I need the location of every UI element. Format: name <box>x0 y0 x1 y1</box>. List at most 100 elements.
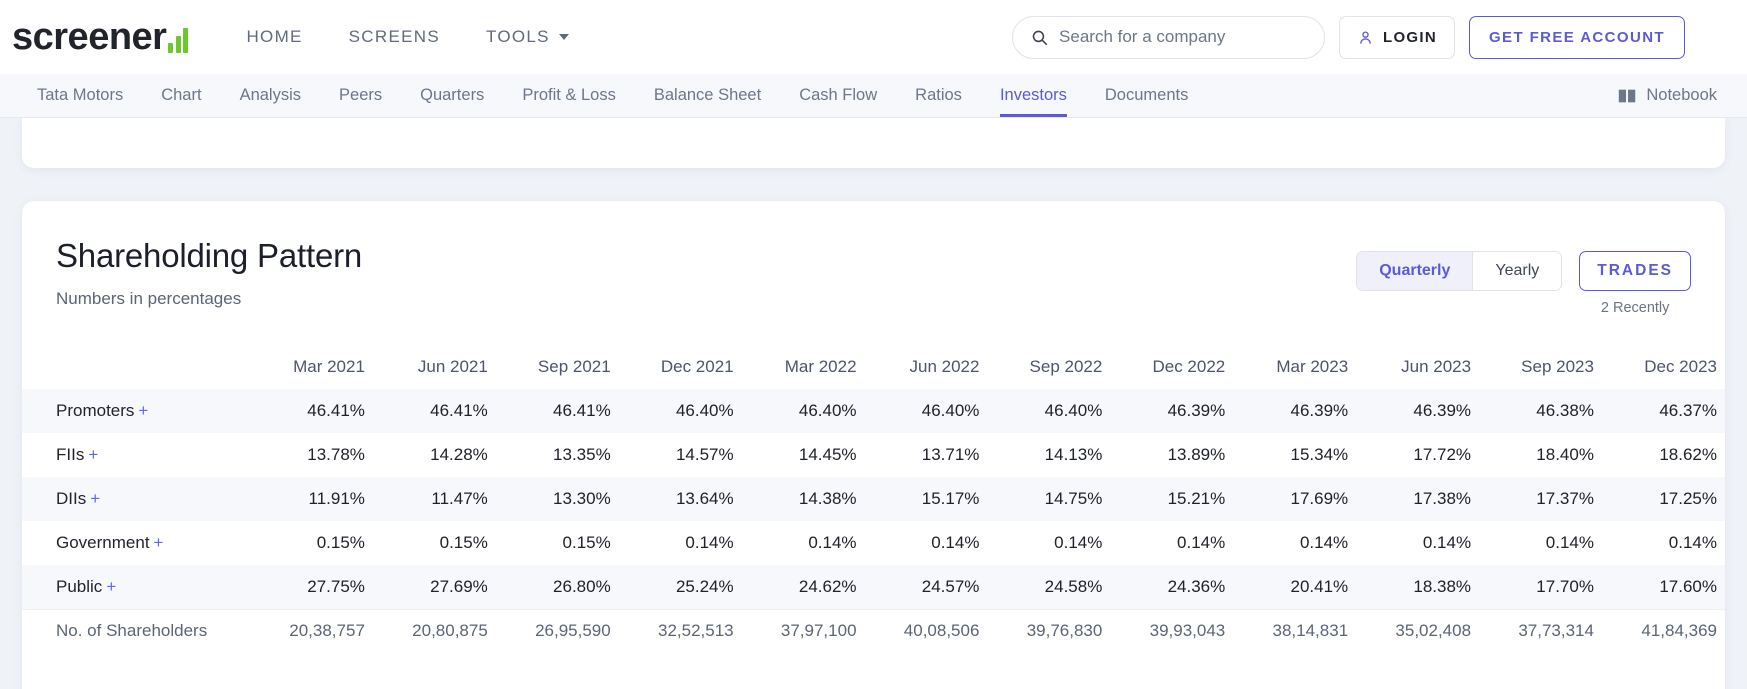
nav-item-screens-label: SCREENS <box>348 27 440 46</box>
period-toggle: Quarterly Yearly <box>1356 251 1563 291</box>
login-button[interactable]: LOGIN <box>1338 15 1455 59</box>
subnav-item-quarters[interactable]: Quarters <box>401 74 503 117</box>
subnav-item-analysis-label: Analysis <box>239 86 302 104</box>
column-header-sep-2023: Sep 2023 <box>1521 357 1594 376</box>
subnav-item-peers[interactable]: Peers <box>320 74 401 117</box>
row-label-no-of-shareholders: No. of Shareholders <box>22 608 250 653</box>
cell-government-7: 0.14% <box>1177 533 1226 552</box>
cell-diis-7: 15.21% <box>1167 489 1226 508</box>
page-subtitle: Numbers in percentages <box>56 289 242 308</box>
cell-public-4: 24.62% <box>798 576 857 596</box>
row-label-government[interactable]: Government + <box>22 521 250 565</box>
period-toggle-yearly[interactable]: Yearly <box>1472 252 1562 290</box>
site-logo[interactable]: screener <box>12 18 189 56</box>
company-subnav: Tata Motors Chart Analysis Peers Quarter… <box>0 74 1747 118</box>
cell-diis-0: 11.91% <box>308 489 365 508</box>
cell-public-9: 18.38% <box>1413 576 1472 596</box>
row-label-government-text: Government <box>56 533 150 552</box>
column-header-jun-2022: Jun 2022 <box>909 357 980 376</box>
cell-fiis-11: 18.62% <box>1659 445 1717 464</box>
shareholding-header-actions: Quarterly Yearly TRADES 2 Recently <box>1356 237 1691 316</box>
notebook-link[interactable]: Notebook <box>1618 74 1725 117</box>
header-actions: LOGIN GET FREE ACCOUNT <box>1011 15 1747 59</box>
page-title: Shareholding Pattern <box>56 237 363 274</box>
subnav-item-investors[interactable]: Investors <box>981 74 1086 117</box>
column-header-mar-2021: Mar 2021 <box>293 357 365 376</box>
cell-shareholders-9: 35,02,408 <box>1356 608 1480 653</box>
subnav-item-ratios-label: Ratios <box>915 86 962 104</box>
table-header-row: Mar 2021 Jun 2021 Sep 2021 Dec 2021 Mar … <box>22 345 1725 389</box>
row-label-promoters[interactable]: Promoters + <box>22 389 250 433</box>
table-row[interactable]: Government + 0.15% 0.15% 0.15% 0.14% 0.14… <box>22 521 1725 565</box>
subnav-item-profit-loss-label: Profit & Loss <box>522 86 616 104</box>
search-input[interactable] <box>1059 27 1306 47</box>
cell-shareholders-2: 26,95,590 <box>495 608 619 653</box>
expand-promoters-icon[interactable]: + <box>138 401 148 420</box>
cell-diis-6: 14.75% <box>1044 489 1103 508</box>
expand-public-icon[interactable]: + <box>106 577 116 596</box>
cell-government-6: 0.14% <box>1054 533 1103 552</box>
cell-government-2: 0.15% <box>562 533 611 552</box>
cell-public-8: 20.41% <box>1290 576 1349 596</box>
cell-shareholders-5: 40,08,506 <box>864 608 988 653</box>
get-free-account-button[interactable]: GET FREE ACCOUNT <box>1468 15 1685 59</box>
subnav-item-quarters-label: Quarters <box>420 86 485 104</box>
subnav-item-analysis[interactable]: Analysis <box>221 74 320 117</box>
cell-fiis-1: 14.28% <box>430 445 488 464</box>
row-label-diis-text: DIIs <box>56 489 87 508</box>
cell-diis-5: 15.17% <box>921 489 980 508</box>
cell-promoters-11: 46.37% <box>1659 401 1717 420</box>
cell-government-9: 0.14% <box>1422 533 1472 552</box>
cell-diis-10: 17.37% <box>1536 489 1594 508</box>
cell-promoters-7: 46.39% <box>1167 401 1226 420</box>
expand-fiis-icon[interactable]: + <box>88 445 98 464</box>
subnav-item-ratios[interactable]: Ratios <box>896 74 981 117</box>
row-label-fiis[interactable]: FIIs + <box>22 433 250 477</box>
main-nav: HOME SCREENS TOOLS <box>246 27 569 47</box>
subnav-item-tata-motors[interactable]: Tata Motors <box>18 74 142 117</box>
shareholding-pattern-card: Shareholding Pattern Numbers in percenta… <box>22 201 1725 689</box>
cell-public-6: 24.58% <box>1044 576 1103 596</box>
chevron-down-icon <box>558 34 569 40</box>
row-label-promoters-text: Promoters <box>56 401 135 420</box>
shareholding-table-body: Promoters + 46.41% 46.41% 46.41% 46.40% 4… <box>22 389 1725 653</box>
subnav-item-documents-label: Documents <box>1104 86 1189 104</box>
row-label-public[interactable]: Public + <box>22 565 250 609</box>
subnav-item-cash-flow[interactable]: Cash Flow <box>780 74 896 117</box>
cell-fiis-4: 14.45% <box>798 445 857 464</box>
period-toggle-quarterly[interactable]: Quarterly <box>1357 252 1473 290</box>
column-header-jun-2023: Jun 2023 <box>1401 357 1472 376</box>
cell-public-1: 27.69% <box>430 576 488 596</box>
subnav-item-documents[interactable]: Documents <box>1086 74 1207 117</box>
nav-item-tools[interactable]: TOOLS <box>486 27 569 47</box>
table-row[interactable]: Promoters + 46.41% 46.41% 46.41% 46.40% 4… <box>22 389 1725 433</box>
nav-item-screens[interactable]: SCREENS <box>349 27 440 47</box>
cell-promoters-8: 46.39% <box>1290 401 1349 420</box>
cell-diis-11: 17.25% <box>1659 489 1717 508</box>
logo-bars-icon <box>168 28 189 53</box>
subnav-item-chart[interactable]: Chart <box>142 74 220 117</box>
subnav-item-balance-sheet[interactable]: Balance Sheet <box>635 74 780 117</box>
cell-fiis-2: 13.35% <box>553 445 611 464</box>
table-row[interactable]: Public + 27.75% 27.69% 26.80% 25.24% 24.6… <box>22 565 1725 609</box>
trades-button[interactable]: TRADES <box>1579 251 1691 291</box>
cell-fiis-0: 13.78% <box>307 445 365 464</box>
previous-section-card <box>22 118 1725 168</box>
column-header-mar-2022: Mar 2022 <box>784 357 857 376</box>
expand-government-icon[interactable]: + <box>154 533 164 552</box>
subnav-item-profit-loss[interactable]: Profit & Loss <box>503 74 635 117</box>
cell-government-8: 0.14% <box>1299 533 1349 552</box>
search-box[interactable] <box>1011 15 1325 59</box>
cell-diis-8: 17.69% <box>1290 489 1349 508</box>
column-header-sep-2021: Sep 2021 <box>537 357 611 376</box>
cell-fiis-5: 13.71% <box>921 445 980 464</box>
table-row[interactable]: DIIs + 11.91% 11.47% 13.30% 13.64% 14.38%… <box>22 477 1725 521</box>
row-label-diis[interactable]: DIIs + <box>22 477 250 521</box>
cell-fiis-8: 15.34% <box>1290 445 1349 464</box>
notebook-label: Notebook <box>1646 86 1717 104</box>
expand-diis-icon[interactable]: + <box>90 489 100 508</box>
nav-item-home-label: HOME <box>246 27 303 46</box>
table-row[interactable]: FIIs + 13.78% 14.28% 13.35% 14.57% 14.45%… <box>22 433 1725 477</box>
nav-item-home[interactable]: HOME <box>246 27 302 47</box>
column-header-mar-2023: Mar 2023 <box>1276 357 1349 376</box>
